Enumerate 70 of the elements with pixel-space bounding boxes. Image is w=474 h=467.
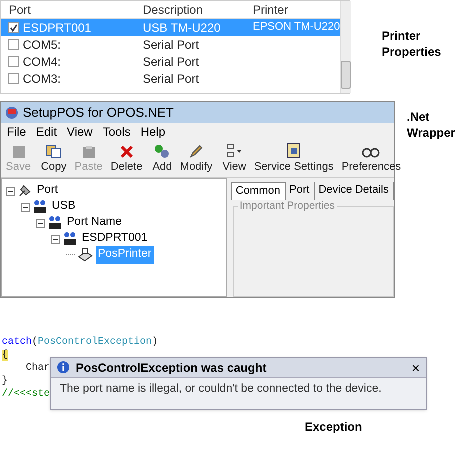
tree-item[interactable]: Port [35, 182, 60, 200]
network-icon [62, 231, 78, 247]
printer-icon [77, 247, 94, 263]
scrollbar[interactable] [340, 1, 352, 93]
tab[interactable]: Common [230, 182, 286, 200]
tree-item[interactable]: ESDPRT001 [80, 230, 150, 248]
collapse-icon[interactable] [51, 234, 60, 244]
square-icon [12, 144, 26, 158]
toolbar-button[interactable]: View [220, 144, 250, 175]
port-row[interactable]: COM5: Serial Port [1, 36, 340, 53]
caption: Wrapper [407, 125, 456, 141]
table-cell-text: COM4: [22, 54, 62, 70]
plug-icon [17, 183, 33, 199]
table-cell-text: EPSON TM-U220 [252, 20, 340, 36]
caption: Properties [382, 44, 442, 60]
close-icon [120, 144, 134, 158]
pencil-icon [188, 144, 204, 158]
toolbar-button[interactable]: Preferences [338, 144, 404, 175]
checkbox[interactable] [8, 39, 19, 50]
collapse-icon[interactable] [21, 202, 30, 212]
tree-item[interactable]: Port Name [65, 214, 124, 232]
table-cell-text: COM3: [22, 70, 62, 88]
toolbar-button[interactable]: Modify [177, 144, 216, 175]
tree-item[interactable]: USB [50, 198, 78, 216]
toolbar-button[interactable]: Delete [108, 144, 146, 175]
caption: .Net [407, 109, 431, 125]
code-line: //<<<ste [2, 388, 50, 401]
table-cell-text: ESDPRT001 [22, 20, 92, 36]
port-row[interactable]: COM4: Serial Port [1, 53, 340, 70]
close-button[interactable]: × [412, 360, 420, 374]
network-icon [32, 199, 48, 215]
checkbox[interactable] [8, 22, 19, 33]
menu-item[interactable]: View [67, 123, 93, 141]
code-line: Char [25, 362, 50, 375]
column-header[interactable]: Description [137, 0, 247, 18]
menu-item[interactable]: Edit [36, 123, 58, 141]
toolbar-button[interactable]: Add [150, 144, 176, 175]
exception-message: The port name is illegal, or couldn't be connected to the device. [59, 382, 383, 397]
popup-title: PosControlException was caught [76, 360, 268, 376]
code-line: catch(PosControlException) [2, 336, 158, 349]
table-cell-text: Serial Port [142, 70, 200, 88]
table-cell-text: Serial Port [142, 36, 200, 54]
checkbox[interactable] [8, 73, 19, 84]
caption: Printer [382, 28, 422, 44]
menu-item[interactable]: File [7, 123, 26, 141]
column-header[interactable]: Port [1, 0, 137, 18]
code-line: } [2, 375, 8, 388]
caption: Exception [305, 419, 362, 436]
group-title: Important Properties [238, 200, 338, 212]
add-icon [154, 144, 170, 158]
toolbar-button[interactable]: Service Settings [251, 142, 337, 175]
table-cell-text: COM5: [22, 36, 62, 54]
menu-item[interactable]: Help [140, 123, 166, 141]
checkbox[interactable] [8, 56, 19, 67]
collapse-icon[interactable] [6, 186, 15, 196]
window-title: SetupPOS for OPOS.NET [23, 104, 174, 122]
table-cell-text: Serial Port [142, 54, 200, 70]
menu-item[interactable]: Tools [102, 123, 131, 141]
clipboard-icon [82, 144, 96, 158]
app-icon [5, 106, 19, 120]
toolbar-button[interactable]: Copy [38, 144, 70, 175]
collapse-icon[interactable] [36, 218, 45, 228]
info-icon [57, 361, 70, 374]
column-header[interactable]: Printer [247, 0, 327, 18]
port-row[interactable]: COM3: Serial Port [1, 70, 340, 87]
table-cell-text: USB TM-U220 [142, 20, 222, 36]
view-icon [226, 144, 243, 158]
copy-icon [46, 144, 62, 158]
document-icon [287, 142, 302, 158]
network-icon [47, 215, 63, 231]
